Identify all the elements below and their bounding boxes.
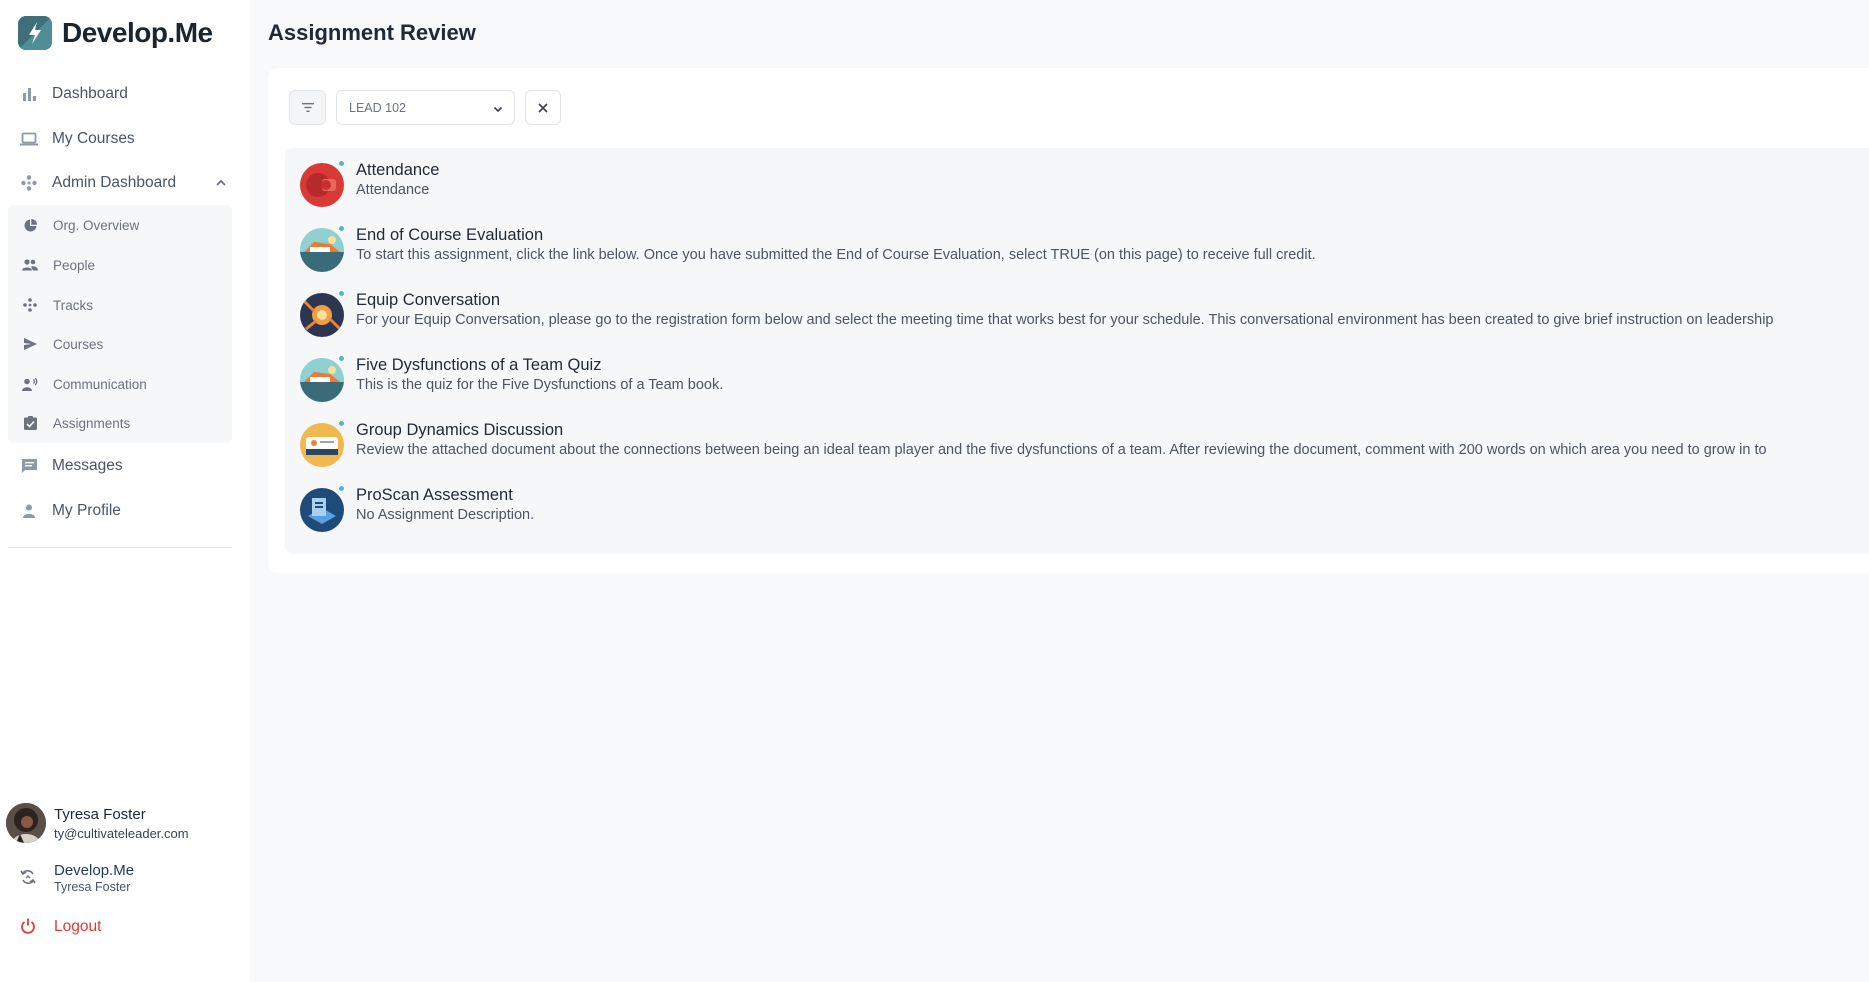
sidebar-item-org-overview[interactable]: Org. Overview [22,215,139,235]
status-dot [338,225,345,232]
assignment-thumbnail [300,163,344,207]
sidebar: Develop.Me Dashboard My Courses Admin Da… [0,0,250,982]
hub-icon [20,174,38,192]
assignment-title: ProScan Assessment [356,486,513,504]
assignment-description: This is the quiz for the Five Dysfunctio… [356,377,724,393]
nav-my-courses[interactable]: My Courses [20,127,135,151]
sub-label: People [53,257,96,273]
assignment-thumbnail [300,228,344,272]
sub-label: Assignments [53,415,131,431]
laptop-icon [20,130,38,148]
sub-label: Communication [53,376,147,392]
power-icon [20,918,38,936]
status-dot [338,355,345,362]
bar-chart-icon [20,85,38,103]
pie-chart-icon [22,217,38,233]
assignment-description: Attendance [356,182,430,198]
close-icon [538,102,548,113]
app-name: Develop.Me [62,17,213,48]
clipboard-check-icon [22,415,38,431]
list-item[interactable]: Five Dysfunctions of a Team Quiz This is… [300,355,1865,405]
message-icon [20,457,38,475]
nav-label: My Courses [52,130,135,147]
list-item[interactable]: End of Course Evaluation To start this a… [300,225,1865,275]
assignment-thumbnail [300,293,344,337]
page-title: Assignment Review [268,20,476,45]
sub-label: Org. Overview [53,217,140,233]
status-dot [338,160,345,167]
list-item[interactable]: Equip Conversation For your Equip Conver… [300,290,1865,340]
admin-submenu: Org. Overview People Tracks Courses Comm… [8,205,232,443]
assignment-title: End of Course Evaluation [356,226,544,244]
app-logo[interactable]: Develop.Me [18,16,213,50]
sidebar-item-courses[interactable]: Courses [22,334,103,354]
assignment-description: For your Equip Conversation, please go t… [356,312,1774,328]
sidebar-item-communication[interactable]: Communication [22,374,147,394]
filter-icon [301,103,314,112]
nav-dashboard[interactable]: Dashboard [20,82,128,106]
bolt-logo-icon [18,16,52,50]
chevron-up-icon[interactable] [214,176,228,190]
sub-label: Courses [53,336,104,352]
assignment-title: Equip Conversation [356,291,501,309]
send-icon [22,336,38,352]
list-item[interactable]: ProScan Assessment No Assignment Descrip… [300,485,1865,535]
sidebar-item-people[interactable]: People [22,255,95,275]
person-icon [20,502,38,520]
nav-label: Admin Dashboard [52,174,177,191]
nav-my-profile[interactable]: My Profile [20,499,121,523]
user-email: ty@cultivateleader.com [54,825,189,841]
org-switcher[interactable]: Develop.Me Tyresa Foster [20,862,134,894]
course-select[interactable]: LEAD 102 [336,90,515,125]
assignment-description: Review the attached document about the c… [356,442,1767,458]
status-dot [338,420,345,427]
assignment-thumbnail [300,423,344,467]
assignment-thumbnail [300,358,344,402]
sidebar-item-tracks[interactable]: Tracks [22,295,93,315]
tracks-icon [22,297,38,313]
chevron-down-icon [492,102,504,114]
org-name: Develop.Me [54,862,135,879]
list-item[interactable]: Group Dynamics Discussion Review the att… [300,420,1865,470]
org-user: Tyresa Foster [54,880,131,894]
assignment-description: To start this assignment, click the link… [356,247,1316,263]
logout-button[interactable]: Logout [20,918,101,936]
nav-label: My Profile [52,502,121,519]
assignment-title: Five Dysfunctions of a Team Quiz [356,356,602,374]
list-item[interactable]: Attendance Attendance [300,160,1865,210]
filter-button[interactable] [289,90,326,125]
course-select-value: LEAD 102 [349,100,406,115]
status-dot [338,485,345,492]
user-profile[interactable]: Tyresa Foster ty@cultivateleader.com [6,803,189,843]
avatar [6,803,46,843]
clear-filter-button[interactable] [525,90,561,125]
assignment-thumbnail [300,488,344,532]
people-icon [22,257,38,273]
nav-messages[interactable]: Messages [20,454,123,478]
assignment-list: Attendance Attendance End of Course Eval… [285,148,1869,554]
sidebar-item-assignments[interactable]: Assignments [22,413,130,433]
switch-org-icon [20,869,38,887]
nav-label: Messages [52,457,123,474]
assignment-description: No Assignment Description. [356,507,535,523]
assignment-title: Group Dynamics Discussion [356,421,564,439]
status-dot [338,290,345,297]
nav-admin-dashboard[interactable]: Admin Dashboard [20,171,176,195]
logout-label: Logout [54,918,102,935]
nav-label: Dashboard [52,85,128,102]
sub-label: Tracks [53,297,93,313]
sidebar-divider [8,547,232,548]
voice-icon [22,376,38,392]
user-name: Tyresa Foster [54,805,146,823]
assignment-title: Attendance [356,161,440,179]
